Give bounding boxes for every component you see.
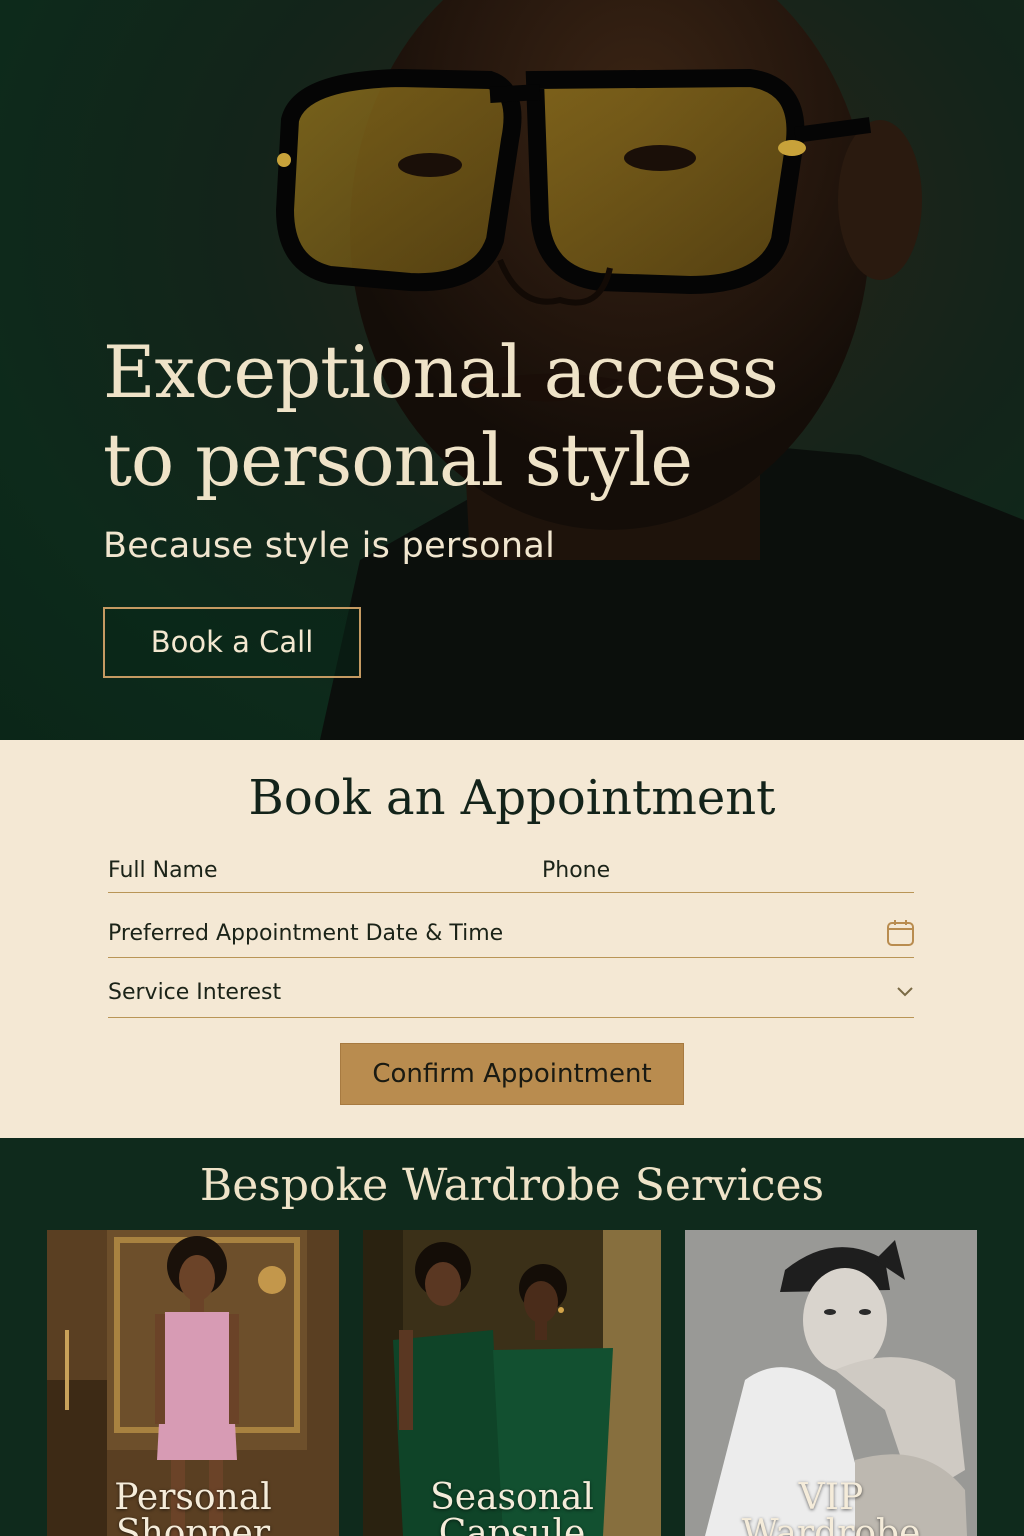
services-section: Bespoke Wardrobe Services Personal Shopp…	[0, 1138, 1024, 1536]
booking-section: Book an Appointment Full Name Phone Pref…	[0, 740, 1024, 1138]
card-title-line-2: Wardrobe	[741, 1513, 921, 1536]
hero-title-line-1: Exceptional access	[103, 330, 779, 414]
phone-field[interactable]: Phone	[542, 858, 610, 883]
book-a-call-button[interactable]: Book a Call	[103, 607, 361, 678]
personal-shopper-label: Personal Shopper	[47, 1480, 339, 1536]
hero-subtitle: Because style is personal	[103, 526, 556, 566]
full-name-field[interactable]: Full Name	[108, 858, 218, 883]
hero-title: Exceptional access to personal style	[103, 328, 779, 504]
datetime-field[interactable]: Preferred Appointment Date & Time	[108, 921, 503, 946]
name-phone-divider	[108, 892, 914, 893]
calendar-icon[interactable]	[886, 918, 916, 948]
hero-title-line-2: to personal style	[103, 418, 693, 502]
vip-wardrobe-label: VIP Wardrobe	[685, 1480, 977, 1536]
chevron-down-icon[interactable]	[895, 985, 915, 999]
card-title-line-1: Seasonal	[430, 1477, 594, 1518]
service-card-vip-wardrobe[interactable]: VIP Wardrobe	[685, 1230, 977, 1536]
service-interest-select[interactable]: Service Interest	[108, 980, 281, 1005]
confirm-appointment-button[interactable]: Confirm Appointment	[340, 1043, 684, 1105]
service-card-seasonal-capsule[interactable]: Seasonal Capsule	[363, 1230, 661, 1536]
service-card-personal-shopper[interactable]: Personal Shopper	[47, 1230, 339, 1536]
hero-text-block: Exceptional access to personal style Bec…	[103, 328, 779, 566]
seasonal-capsule-label: Seasonal Capsule	[363, 1480, 661, 1536]
card-title-line-1: Personal	[114, 1477, 272, 1518]
booking-title: Book an Appointment	[248, 770, 776, 826]
hero-section: Exceptional access to personal style Bec…	[0, 0, 1024, 740]
card-title-line-2: Shopper	[115, 1513, 271, 1536]
card-title-line-2: Capsule	[438, 1513, 586, 1536]
service-divider	[108, 1017, 914, 1018]
services-title: Bespoke Wardrobe Services	[199, 1160, 825, 1211]
datetime-divider	[108, 957, 914, 958]
card-title-line-1: VIP	[798, 1477, 864, 1518]
